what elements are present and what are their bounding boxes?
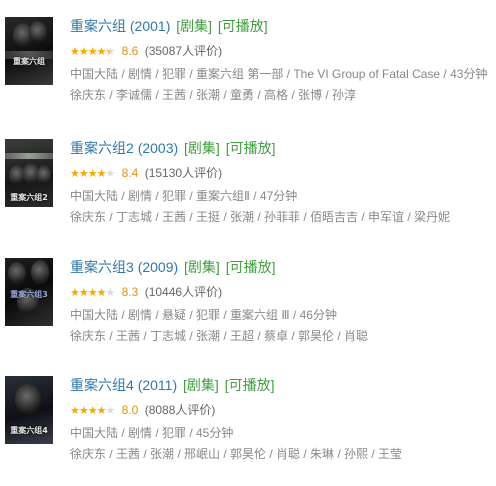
result-year: (2011): [137, 377, 178, 393]
poster-caption: 重案六组: [13, 57, 45, 66]
result-year: (2003): [137, 140, 179, 156]
tag-playable[interactable]: [可播放]: [225, 377, 275, 393]
result-year: (2009): [137, 259, 179, 275]
tag-series[interactable]: [剧集]: [184, 259, 220, 275]
tag-series[interactable]: [剧集]: [183, 377, 219, 393]
poster-image[interactable]: 重案六组2: [5, 139, 53, 207]
result-year: (2001): [129, 18, 171, 34]
search-result-item: 重案六组 重案六组 (2001) [剧集] [可播放] ★★★★★ 8.6 (3…: [0, 17, 496, 127]
tag-playable[interactable]: [可播放]: [226, 259, 276, 275]
rating-count: (8088人评价): [144, 403, 216, 417]
result-meta: 中国大陆 / 剧情 / 悬疑 / 犯罪 / 重案六组 Ⅲ / 46分钟: [70, 308, 337, 322]
tag-playable[interactable]: [可播放]: [226, 140, 276, 156]
result-cast: 徐庆东 / 王茜 / 张潮 / 邢岷山 / 郭昊伦 / 肖聪 / 朱琳 / 孙熙…: [70, 447, 403, 461]
rating-stars-icon: ★★★★★: [70, 167, 115, 180]
result-cast: 徐庆东 / 丁志城 / 王茜 / 王挺 / 张潮 / 孙菲菲 / 佰晤吉吉 / …: [70, 210, 451, 224]
result-meta: 中国大陆 / 剧情 / 犯罪 / 45分钟: [70, 426, 234, 440]
tag-playable[interactable]: [可播放]: [218, 18, 268, 34]
poster-image[interactable]: 重案六组3: [5, 258, 53, 326]
poster-image[interactable]: 重案六组: [5, 17, 53, 85]
result-title-link[interactable]: 重案六组: [70, 18, 126, 34]
poster-caption: 重案六组4: [10, 426, 48, 435]
search-result-item: 重案六组3 重案六组3 (2009) [剧集] [可播放] ★★★★★ 8.3 …: [0, 258, 496, 368]
result-title-link[interactable]: 重案六组3: [70, 259, 134, 275]
rating-score: 8.4: [121, 166, 139, 180]
search-result-item: 重案六组2 重案六组2 (2003) [剧集] [可播放] ★★★★★ 8.4 …: [0, 139, 496, 249]
poster-caption: 重案六组3: [10, 290, 48, 299]
rating-count: (35087人评价): [144, 44, 223, 58]
result-meta: 中国大陆 / 剧情 / 犯罪 / 重案六组Ⅱ / 47分钟: [70, 189, 298, 203]
rating-count: (15130人评价): [144, 166, 223, 180]
result-title-link[interactable]: 重案六组2: [70, 140, 134, 156]
result-title-link[interactable]: 重案六组4: [70, 377, 134, 393]
rating-score: 8.0: [121, 403, 139, 417]
rating-score: 8.3: [121, 285, 139, 299]
tag-series[interactable]: [剧集]: [184, 140, 220, 156]
rating-stars-icon: ★★★★★: [70, 286, 115, 299]
rating-stars-icon: ★★★★★: [70, 45, 115, 58]
rating-stars-icon: ★★★★★: [70, 404, 115, 417]
search-result-item: 重案六组4 重案六组4 (2011) [剧集] [可播放] ★★★★★ 8.0 …: [0, 376, 496, 486]
rating-score: 8.6: [121, 44, 139, 58]
tag-series[interactable]: [剧集]: [176, 18, 212, 34]
result-cast: 徐庆东 / 王茜 / 丁志城 / 张潮 / 王超 / 蔡卓 / 郭昊伦 / 肖聪: [70, 329, 369, 343]
poster-caption: 重案六组2: [10, 193, 48, 202]
poster-image[interactable]: 重案六组4: [5, 376, 53, 444]
result-cast: 徐庆东 / 李诚儒 / 王茜 / 张潮 / 童勇 / 高格 / 张博 / 孙淳: [70, 88, 357, 102]
rating-count: (10446人评价): [144, 285, 223, 299]
result-meta: 中国大陆 / 剧情 / 犯罪 / 重案六组 第一部 / The VI Group…: [70, 67, 488, 81]
